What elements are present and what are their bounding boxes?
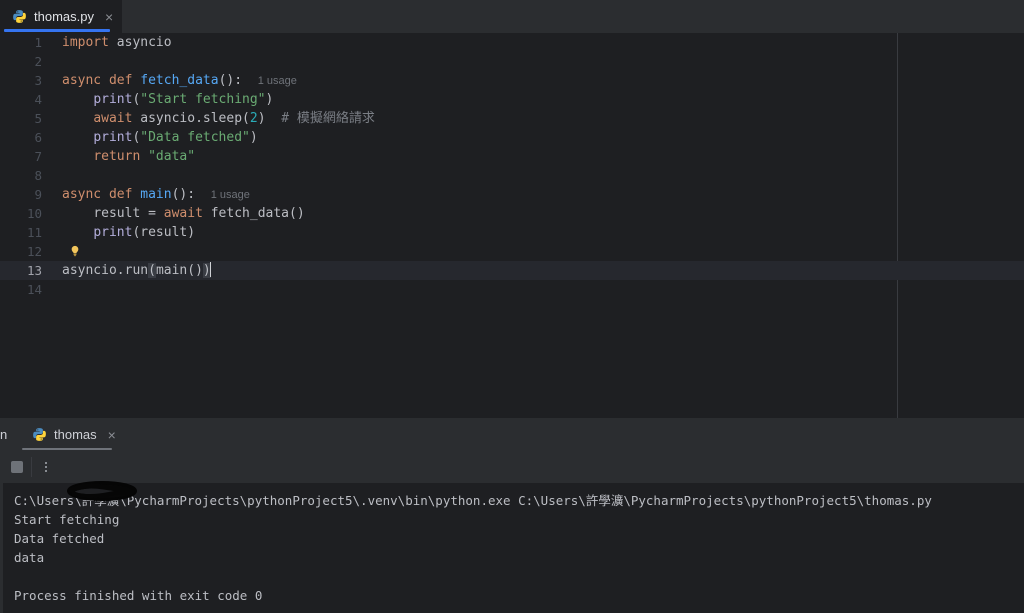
run-tool-window: n thomas × C:\Users\許學瀇\PycharmProjects\… [0,418,1024,613]
line-content: result = await fetch_data() [93,206,305,221]
code-line[interactable]: 8 [0,166,1024,185]
line-number: 14 [26,282,42,297]
line-content: import asyncio [62,35,172,50]
console-line: data [14,550,45,565]
lightbulb-icon[interactable] [68,244,82,258]
code-line[interactable]: 6 print("Data fetched") [0,128,1024,147]
line-number: 10 [26,206,42,221]
line-content: print("Data fetched") [93,130,258,145]
line-content: async def main(): 1 usage [62,187,250,202]
line-number: 5 [34,111,42,126]
run-window-partial-label: n [0,427,8,442]
editor-tab-close-icon[interactable]: × [101,10,113,24]
code-line[interactable]: 5 await asyncio.sleep(2) # 模擬網絡請求 [0,109,1024,128]
code-line[interactable]: 10 result = await fetch_data() [0,204,1024,223]
line-content: await asyncio.sleep(2) # 模擬網絡請求 [93,111,375,126]
console-output[interactable]: C:\Users\許學瀇\PycharmProjects\pythonProje… [0,483,1024,613]
line-content: print("Start fetching") [93,92,274,107]
line-number: 8 [34,168,42,183]
run-tab-close-icon[interactable]: × [104,428,116,442]
console-lines: C:\Users\許學瀇\PycharmProjects\pythonProje… [14,491,1024,605]
code-lines: 1 import asyncio 2 3 async def fetch_dat… [0,33,1024,299]
editor-tab-bar: thomas.py × [0,0,1024,33]
line-number: 13 [26,263,42,278]
line-number: 9 [34,187,42,202]
code-line-current[interactable]: 13 asyncio.run(main()) [0,261,1024,280]
line-number: 12 [26,244,42,259]
python-file-icon [13,10,26,23]
editor-tab-label: thomas.py [34,9,94,24]
stop-icon[interactable] [9,459,25,475]
toolbar-separator [31,457,32,477]
line-number: 11 [26,225,42,240]
line-number: 2 [34,54,42,69]
line-content: async def fetch_data(): 1 usage [62,73,297,88]
run-active-tab-indicator [22,448,112,450]
code-line[interactable]: 1 import asyncio [0,33,1024,52]
more-options-icon[interactable] [38,459,54,475]
code-line[interactable]: 4 print("Start fetching") [0,90,1024,109]
code-line[interactable]: 2 [0,52,1024,71]
run-tab-thomas[interactable]: thomas × [22,418,124,451]
active-tab-indicator [4,29,110,32]
console-line: Data fetched [14,531,105,546]
run-toolbar [0,451,1024,483]
code-line[interactable]: 14 [0,280,1024,299]
console-left-stripe [0,483,3,613]
line-number: 1 [34,35,42,50]
code-line[interactable]: 12 [0,242,1024,261]
line-number: 3 [34,73,42,88]
run-tab-bar: n thomas × [0,418,1024,451]
console-line: Start fetching [14,512,120,527]
code-editor[interactable]: 1 import asyncio 2 3 async def fetch_dat… [0,33,1024,418]
line-number: 4 [34,92,42,107]
line-content: print(result) [93,225,196,240]
line-number: 6 [34,130,42,145]
python-file-icon [33,428,46,441]
pycharm-window: thomas.py × 1 import asyncio 2 3 async d… [0,0,1024,613]
code-line[interactable]: 9 async def main(): 1 usage [0,185,1024,204]
code-line[interactable]: 11 print(result) [0,223,1024,242]
code-line[interactable]: 7 return "data" [0,147,1024,166]
text-caret [209,262,211,277]
code-line[interactable]: 3 async def fetch_data(): 1 usage [0,71,1024,90]
console-line: C:\Users\許學瀇\PycharmProjects\pythonProje… [14,493,932,508]
console-line: Process finished with exit code 0 [14,588,263,603]
usage-hint[interactable]: 1 usage [211,189,250,201]
line-content: return "data" [93,149,196,164]
usage-hint[interactable]: 1 usage [258,75,297,87]
line-content: asyncio.run(main()) [62,262,211,278]
line-number: 7 [34,149,42,164]
run-tab-label: thomas [54,427,97,442]
